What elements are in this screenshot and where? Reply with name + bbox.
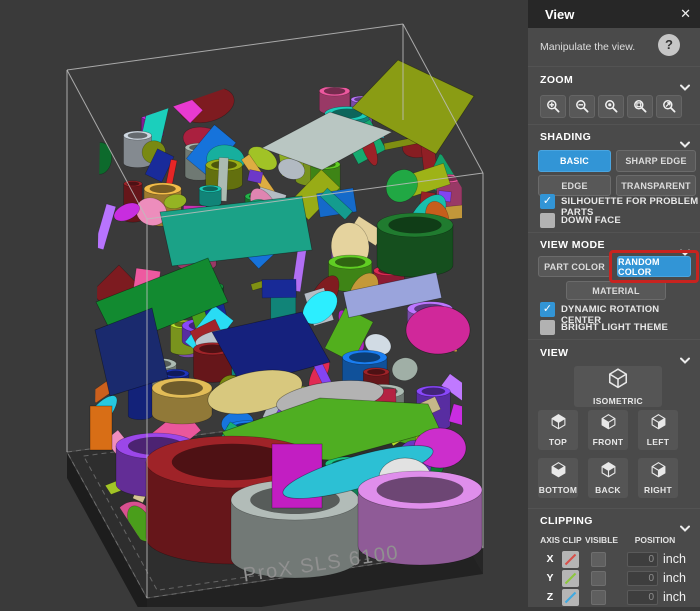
part-color-button[interactable]: PART COLOR	[538, 256, 611, 277]
top-view-button[interactable]: TOP	[538, 410, 578, 450]
clipping-section-header: CLIPPING	[540, 515, 593, 527]
back-view-button[interactable]: BACK	[588, 458, 628, 498]
cube-left-icon	[650, 413, 667, 435]
help-icon[interactable]: ?	[658, 34, 680, 56]
axis-y-label: Y	[536, 570, 564, 587]
column-header-position: POSITION	[626, 535, 684, 545]
material-button[interactable]: MATERIAL	[566, 281, 666, 300]
view-mode-section-header: VIEW MODE	[540, 239, 605, 251]
chevron-down-icon[interactable]	[680, 78, 690, 85]
cube-top-icon	[550, 413, 567, 435]
dynamic-rotation-center-checkbox[interactable]: ✓	[540, 302, 555, 317]
random-color-button[interactable]: RANDOM COLOR	[617, 256, 691, 277]
down-face-checkbox[interactable]	[540, 213, 555, 228]
zoom-window-button[interactable]	[656, 95, 682, 118]
clip-x-checkbox[interactable]	[562, 551, 579, 568]
shading-section-header: SHADING	[540, 131, 591, 143]
zoom-section-header: ZOOM	[540, 74, 573, 86]
cube-bottom-icon	[550, 461, 567, 483]
cube-front-icon	[600, 413, 617, 435]
zoom-extents-button[interactable]	[598, 95, 624, 118]
isometric-label: ISOMETRIC	[593, 396, 643, 406]
panel-title: View	[545, 7, 574, 22]
separator	[528, 66, 700, 67]
separator	[528, 508, 700, 509]
right-label: RIGHT	[644, 485, 672, 495]
separator	[528, 124, 700, 125]
visible-x-checkbox[interactable]	[591, 552, 606, 567]
axis-z-label: Z	[536, 589, 564, 606]
left-view-button[interactable]: LEFT	[638, 410, 678, 450]
clip-y-checkbox[interactable]	[562, 570, 579, 587]
position-x-input[interactable]: 0	[627, 552, 658, 567]
bright-light-theme-label: BRIGHT LIGHT THEME	[561, 322, 668, 333]
front-label: FRONT	[593, 437, 624, 447]
unit-y-label: inch	[663, 570, 686, 587]
unit-z-label: inch	[663, 589, 686, 606]
visible-z-checkbox[interactable]	[591, 590, 606, 605]
chevron-down-icon[interactable]	[680, 351, 690, 358]
clip-z-checkbox[interactable]	[562, 589, 579, 606]
viewport-3d[interactable]: ProX SLS 6100	[0, 0, 528, 607]
visible-y-checkbox[interactable]	[591, 571, 606, 586]
separator	[528, 339, 700, 340]
down-face-checkbox-label: DOWN FACE	[561, 215, 621, 226]
panel-header: View ✕	[528, 0, 700, 28]
cube-back-icon	[600, 461, 617, 483]
position-z-input[interactable]: 0	[627, 590, 658, 605]
view-section-header: VIEW	[540, 347, 568, 359]
separator	[528, 232, 700, 233]
right-view-button[interactable]: RIGHT	[638, 458, 678, 498]
axis-x-label: X	[536, 551, 564, 568]
column-header-clip: CLIP	[560, 535, 584, 545]
left-label: LEFT	[647, 437, 669, 447]
isometric-view-button[interactable]: ISOMETRIC	[574, 366, 662, 407]
column-header-visible: VISIBLE	[585, 535, 617, 545]
shading-basic-button[interactable]: BASIC	[538, 150, 611, 172]
chevron-down-icon[interactable]	[680, 243, 690, 250]
unit-x-label: inch	[663, 551, 686, 568]
chevron-down-icon[interactable]	[680, 519, 690, 526]
zoom-selected-button[interactable]	[627, 95, 653, 118]
shading-edge-button[interactable]: EDGE	[538, 175, 611, 196]
shading-transparent-button[interactable]: TRANSPARENT	[616, 175, 696, 196]
cube-right-icon	[650, 461, 667, 483]
zoom-out-button[interactable]	[569, 95, 595, 118]
zoom-in-button[interactable]	[540, 95, 566, 118]
chevron-down-icon[interactable]	[680, 135, 690, 142]
back-label: BACK	[595, 485, 621, 495]
bottom-view-button[interactable]: BOTTOM	[538, 458, 578, 498]
silhouette-checkbox[interactable]: ✓	[540, 194, 555, 209]
bright-light-theme-checkbox[interactable]	[540, 320, 555, 335]
panel-description: Manipulate the view.	[540, 41, 635, 53]
bottom-label: BOTTOM	[539, 485, 577, 495]
front-view-button[interactable]: FRONT	[588, 410, 628, 450]
shading-sharp-edge-button[interactable]: SHARP EDGE	[616, 150, 696, 172]
close-icon[interactable]: ✕	[680, 6, 691, 22]
position-y-input[interactable]: 0	[627, 571, 658, 586]
top-label: TOP	[549, 437, 567, 447]
view-panel: View ✕ Manipulate the view. ? ZOOM SHADI…	[528, 0, 700, 607]
cube-isometric-icon	[607, 367, 629, 394]
